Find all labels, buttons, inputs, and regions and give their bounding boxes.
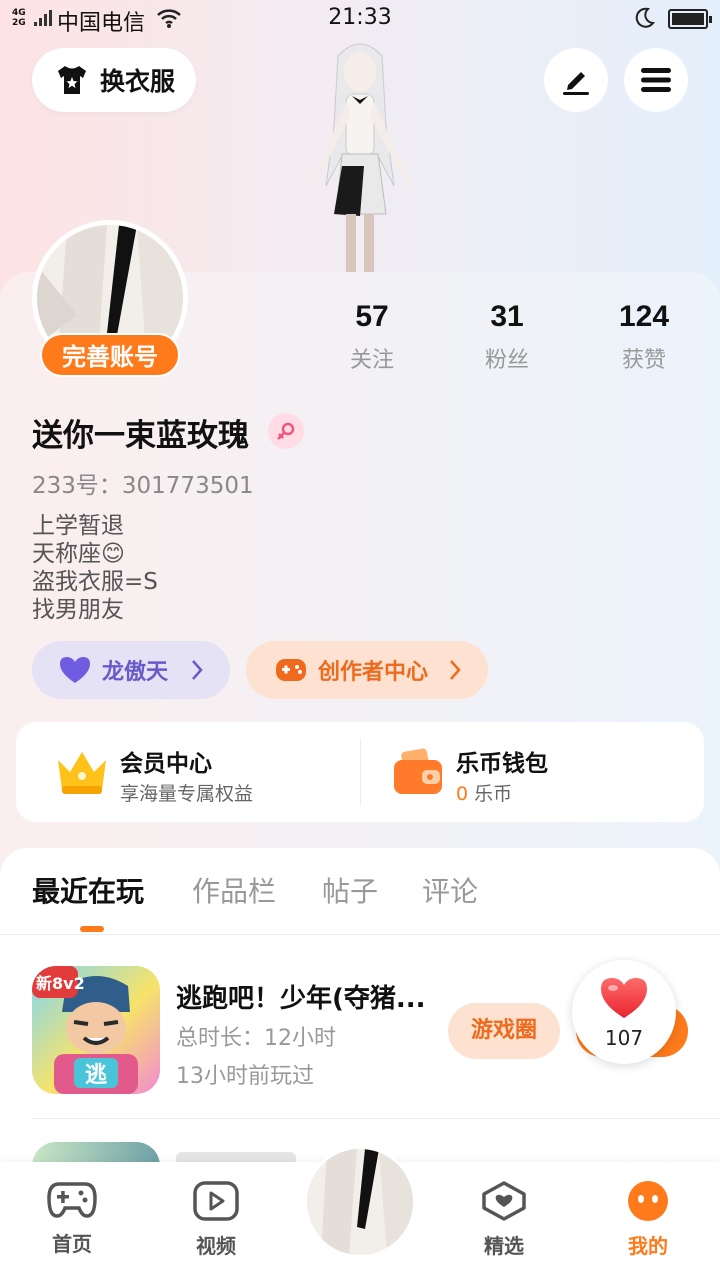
fans-label: 粉丝 (484, 348, 529, 373)
divider (32, 1118, 720, 1119)
wallet-balance: 0 乐币 (456, 779, 512, 806)
nav-video[interactable]: 视频 (166, 1180, 266, 1259)
nav-center-avatar[interactable] (304, 1146, 416, 1258)
clock: 21:33 (328, 5, 392, 30)
divider (0, 934, 720, 935)
tab-bar: 最近在玩 作品栏 帖子 评论 (0, 870, 720, 930)
game-last-played: 13小时前玩过 (176, 1064, 314, 1089)
nav-video-label: 视频 (196, 1234, 236, 1258)
dragon-pill-label: 龙傲天 (102, 660, 169, 685)
menu-icon (641, 68, 671, 92)
tab-works[interactable]: 作品栏 (192, 870, 276, 910)
nav-avatar-image (307, 1149, 413, 1255)
nav-me[interactable]: 我的 (598, 1180, 698, 1259)
member-center-title: 会员中心 (120, 751, 212, 777)
like-bubble[interactable]: 107 (572, 960, 676, 1064)
menu-button[interactable] (624, 48, 688, 112)
bio-line: 找男朋友 (32, 597, 124, 623)
heart-icon (601, 978, 647, 1018)
crown-icon (58, 752, 106, 794)
dragon-pill-button[interactable]: 龙傲天 (32, 641, 230, 699)
tshirt-icon (58, 66, 86, 94)
like-count: 107 (604, 1026, 644, 1050)
game-circle-button[interactable]: 游戏圈 (448, 1003, 560, 1059)
likes-count: 124 (618, 300, 670, 333)
edit-profile-button[interactable] (544, 48, 608, 112)
game-title: 逃跑吧！少年(夺猪... (176, 984, 426, 1014)
game-icon[interactable]: 逃 新8v2 (32, 966, 160, 1094)
moon-icon (635, 7, 655, 28)
following-label: 关注 (349, 348, 394, 373)
pen-icon (563, 72, 589, 95)
game-icon-badge: 新8v2 (36, 974, 85, 993)
game-row[interactable]: 逃 新8v2 逃跑吧！少年(夺猪... 总时长：12小时 13小时前玩过 游戏圈… (0, 960, 720, 1102)
nav-me-label: 我的 (628, 1234, 668, 1258)
username: 送你一束蓝玫瑰 (32, 418, 249, 454)
bio-line: 天称座😊 (32, 541, 125, 567)
gamepad-icon (47, 1182, 97, 1218)
heart-box-icon (482, 1181, 526, 1221)
bio: 上学暂退 天称座😊 盗我衣服=S 找男朋友 (32, 512, 158, 624)
complete-account-badge[interactable]: 完善账号 (40, 333, 180, 377)
nav-home-label: 首页 (52, 1232, 92, 1256)
wallet-unit: 乐币 (474, 783, 513, 805)
creator-center-button[interactable]: 创作者中心 (246, 641, 488, 699)
stat-likes[interactable]: 124 获赞 (584, 300, 704, 374)
female-icon (268, 413, 304, 449)
game-duration: 总时长：12小时 (176, 1026, 336, 1051)
bio-line: 盗我衣服=S (32, 569, 158, 595)
fans-count: 31 (490, 300, 524, 333)
change-outfit-label: 换衣服 (100, 67, 176, 96)
gamepad-icon (276, 659, 306, 681)
member-center-button[interactable]: 会员中心 享海量专属权益 (16, 722, 360, 822)
nav-featured-label: 精选 (484, 1234, 524, 1258)
wallet-button[interactable]: 乐币钱包 0 乐币 (360, 722, 704, 822)
wallet-title: 乐币钱包 (456, 751, 548, 777)
status-bar: 4G 2G 中国电信 21:33 (0, 0, 720, 38)
following-count: 57 (355, 300, 389, 333)
bio-line: 上学暂退 (32, 513, 124, 539)
wallet-icon (394, 748, 442, 794)
tab-posts[interactable]: 帖子 (322, 870, 378, 910)
user-id: 233号：301773501 (32, 473, 254, 499)
me-icon (628, 1181, 668, 1221)
tab-recently-played[interactable]: 最近在玩 (32, 870, 144, 910)
battery-icon (668, 9, 712, 29)
chevron-right-icon (450, 660, 461, 680)
svg-text:逃: 逃 (85, 1063, 108, 1088)
member-wallet-card: 会员中心 享海量专属权益 乐币钱包 0 乐币 (16, 722, 704, 822)
wallet-amount: 0 (456, 783, 469, 805)
change-outfit-button[interactable]: 换衣服 (32, 48, 196, 112)
video-icon (193, 1181, 239, 1221)
nav-home[interactable]: 首页 (22, 1180, 122, 1257)
tab-comments[interactable]: 评论 (422, 870, 478, 910)
stat-following[interactable]: 57 关注 (312, 300, 432, 374)
member-center-subtitle: 享海量专属权益 (120, 783, 254, 805)
avatar-character[interactable] (290, 36, 430, 276)
tab-indicator (80, 926, 104, 932)
stat-fans[interactable]: 31 粉丝 (447, 300, 567, 374)
nav-featured[interactable]: 精选 (454, 1180, 554, 1259)
creator-center-label: 创作者中心 (318, 660, 429, 685)
likes-label: 获赞 (621, 348, 666, 373)
purple-heart-icon (60, 657, 90, 683)
chevron-right-icon (192, 660, 203, 680)
